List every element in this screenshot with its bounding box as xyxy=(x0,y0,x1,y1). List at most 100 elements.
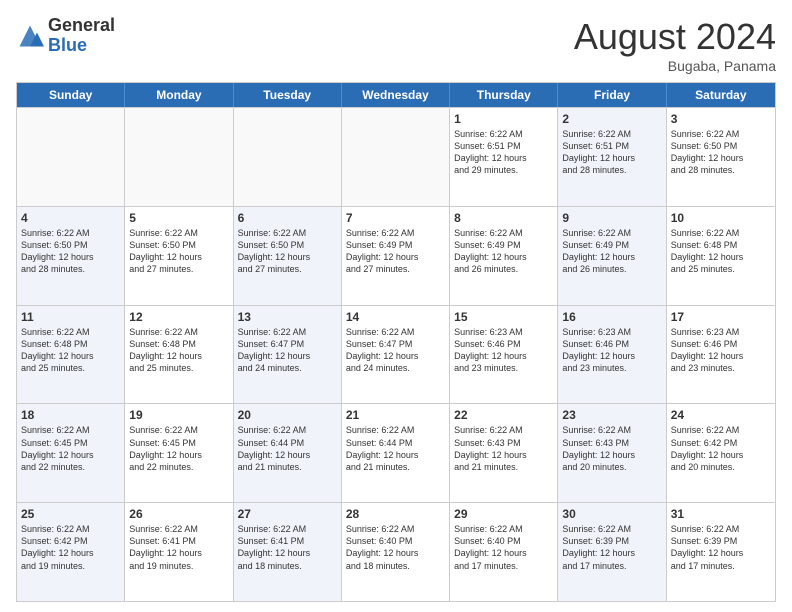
day-info: Sunrise: 6:22 AM Sunset: 6:45 PM Dayligh… xyxy=(21,424,120,473)
calendar-day: 19 Sunrise: 6:22 AM Sunset: 6:45 PM Dayli… xyxy=(125,404,233,502)
day-number: 20 xyxy=(238,408,337,422)
day-info: Sunrise: 6:22 AM Sunset: 6:47 PM Dayligh… xyxy=(346,326,445,375)
weekday-header: Saturday xyxy=(667,83,775,107)
day-info: Sunrise: 6:23 AM Sunset: 6:46 PM Dayligh… xyxy=(671,326,771,375)
day-info: Sunrise: 6:22 AM Sunset: 6:47 PM Dayligh… xyxy=(238,326,337,375)
logo-blue: Blue xyxy=(48,36,115,56)
day-number: 9 xyxy=(562,211,661,225)
day-number: 12 xyxy=(129,310,228,324)
calendar-body: 1 Sunrise: 6:22 AM Sunset: 6:51 PM Daylig… xyxy=(17,107,775,601)
day-info: Sunrise: 6:22 AM Sunset: 6:40 PM Dayligh… xyxy=(346,523,445,572)
day-info: Sunrise: 6:22 AM Sunset: 6:49 PM Dayligh… xyxy=(562,227,661,276)
calendar-day: 22Sunrise: 6:22 AM Sunset: 6:43 PM Dayli… xyxy=(450,404,558,502)
calendar-header: SundayMondayTuesdayWednesdayThursdayFrid… xyxy=(17,83,775,107)
day-number: 29 xyxy=(454,507,553,521)
day-number: 11 xyxy=(21,310,120,324)
day-number: 5 xyxy=(129,211,228,225)
day-info: Sunrise: 6:22 AM Sunset: 6:48 PM Dayligh… xyxy=(21,326,120,375)
day-number: 8 xyxy=(454,211,553,225)
calendar-day xyxy=(17,108,125,206)
calendar-day: 1 Sunrise: 6:22 AM Sunset: 6:51 PM Daylig… xyxy=(450,108,558,206)
day-number: 4 xyxy=(21,211,120,225)
day-number: 3 xyxy=(671,112,771,126)
day-info: Sunrise: 6:22 AM Sunset: 6:50 PM Dayligh… xyxy=(238,227,337,276)
calendar-week: 25 Sunrise: 6:22 AM Sunset: 6:42 PM Dayli… xyxy=(17,502,775,601)
day-number: 31 xyxy=(671,507,771,521)
calendar-day xyxy=(234,108,342,206)
page: General Blue August 2024 Bugaba, Panama … xyxy=(0,0,792,612)
calendar-day: 21 Sunrise: 6:22 AM Sunset: 6:44 PM Dayli… xyxy=(342,404,450,502)
day-number: 23 xyxy=(562,408,661,422)
weekday-header: Tuesday xyxy=(234,83,342,107)
day-number: 6 xyxy=(238,211,337,225)
day-number: 10 xyxy=(671,211,771,225)
day-number: 25 xyxy=(21,507,120,521)
day-info: Sunrise: 6:22 AM Sunset: 6:42 PM Dayligh… xyxy=(21,523,120,572)
logo-general: General xyxy=(48,16,115,36)
calendar-day: 31 Sunrise: 6:22 AM Sunset: 6:39 PM Dayli… xyxy=(667,503,775,601)
day-info: Sunrise: 6:22 AM Sunset: 6:40 PM Dayligh… xyxy=(454,523,553,572)
day-info: Sunrise: 6:22 AM Sunset: 6:41 PM Dayligh… xyxy=(238,523,337,572)
day-number: 21 xyxy=(346,408,445,422)
calendar-day: 7Sunrise: 6:22 AM Sunset: 6:49 PM Daylig… xyxy=(342,207,450,305)
calendar-day: 24 Sunrise: 6:22 AM Sunset: 6:42 PM Dayli… xyxy=(667,404,775,502)
calendar-week: 11 Sunrise: 6:22 AM Sunset: 6:48 PM Dayli… xyxy=(17,305,775,404)
day-info: Sunrise: 6:22 AM Sunset: 6:51 PM Dayligh… xyxy=(562,128,661,177)
calendar-day: 10 Sunrise: 6:22 AM Sunset: 6:48 PM Dayli… xyxy=(667,207,775,305)
calendar-day: 23Sunrise: 6:22 AM Sunset: 6:43 PM Dayli… xyxy=(558,404,666,502)
calendar-day: 28 Sunrise: 6:22 AM Sunset: 6:40 PM Dayli… xyxy=(342,503,450,601)
day-info: Sunrise: 6:22 AM Sunset: 6:42 PM Dayligh… xyxy=(671,424,771,473)
weekday-header: Sunday xyxy=(17,83,125,107)
calendar-week: 18 Sunrise: 6:22 AM Sunset: 6:45 PM Dayli… xyxy=(17,403,775,502)
day-info: Sunrise: 6:22 AM Sunset: 6:45 PM Dayligh… xyxy=(129,424,228,473)
day-info: Sunrise: 6:22 AM Sunset: 6:49 PM Dayligh… xyxy=(454,227,553,276)
calendar-day: 9 Sunrise: 6:22 AM Sunset: 6:49 PM Daylig… xyxy=(558,207,666,305)
calendar-week: 4 Sunrise: 6:22 AM Sunset: 6:50 PM Daylig… xyxy=(17,206,775,305)
day-info: Sunrise: 6:22 AM Sunset: 6:50 PM Dayligh… xyxy=(129,227,228,276)
calendar-day: 13 Sunrise: 6:22 AM Sunset: 6:47 PM Dayli… xyxy=(234,306,342,404)
calendar-day: 17 Sunrise: 6:23 AM Sunset: 6:46 PM Dayli… xyxy=(667,306,775,404)
day-number: 22 xyxy=(454,408,553,422)
day-number: 27 xyxy=(238,507,337,521)
day-number: 19 xyxy=(129,408,228,422)
weekday-header: Thursday xyxy=(450,83,558,107)
day-number: 2 xyxy=(562,112,661,126)
day-info: Sunrise: 6:23 AM Sunset: 6:46 PM Dayligh… xyxy=(562,326,661,375)
calendar-day: 5 Sunrise: 6:22 AM Sunset: 6:50 PM Daylig… xyxy=(125,207,233,305)
calendar-day: 12Sunrise: 6:22 AM Sunset: 6:48 PM Dayli… xyxy=(125,306,233,404)
day-number: 16 xyxy=(562,310,661,324)
calendar-day: 26Sunrise: 6:22 AM Sunset: 6:41 PM Dayli… xyxy=(125,503,233,601)
logo-icon xyxy=(16,22,44,50)
header: General Blue August 2024 Bugaba, Panama xyxy=(16,16,776,74)
day-info: Sunrise: 6:23 AM Sunset: 6:46 PM Dayligh… xyxy=(454,326,553,375)
day-number: 15 xyxy=(454,310,553,324)
day-number: 17 xyxy=(671,310,771,324)
day-number: 28 xyxy=(346,507,445,521)
location-subtitle: Bugaba, Panama xyxy=(574,58,776,74)
day-number: 30 xyxy=(562,507,661,521)
calendar-day: 11 Sunrise: 6:22 AM Sunset: 6:48 PM Dayli… xyxy=(17,306,125,404)
day-number: 24 xyxy=(671,408,771,422)
calendar-day: 18 Sunrise: 6:22 AM Sunset: 6:45 PM Dayli… xyxy=(17,404,125,502)
logo-text: General Blue xyxy=(48,16,115,56)
calendar-day: 14 Sunrise: 6:22 AM Sunset: 6:47 PM Dayli… xyxy=(342,306,450,404)
day-info: Sunrise: 6:22 AM Sunset: 6:39 PM Dayligh… xyxy=(671,523,771,572)
calendar: SundayMondayTuesdayWednesdayThursdayFrid… xyxy=(16,82,776,602)
day-number: 14 xyxy=(346,310,445,324)
calendar-day: 2 Sunrise: 6:22 AM Sunset: 6:51 PM Daylig… xyxy=(558,108,666,206)
calendar-day: 29 Sunrise: 6:22 AM Sunset: 6:40 PM Dayli… xyxy=(450,503,558,601)
calendar-week: 1 Sunrise: 6:22 AM Sunset: 6:51 PM Daylig… xyxy=(17,107,775,206)
day-info: Sunrise: 6:22 AM Sunset: 6:44 PM Dayligh… xyxy=(346,424,445,473)
title-block: August 2024 Bugaba, Panama xyxy=(574,16,776,74)
calendar-day: 20Sunrise: 6:22 AM Sunset: 6:44 PM Dayli… xyxy=(234,404,342,502)
calendar-day: 16 Sunrise: 6:23 AM Sunset: 6:46 PM Dayli… xyxy=(558,306,666,404)
day-number: 1 xyxy=(454,112,553,126)
calendar-day xyxy=(125,108,233,206)
day-number: 13 xyxy=(238,310,337,324)
day-number: 18 xyxy=(21,408,120,422)
day-info: Sunrise: 6:22 AM Sunset: 6:51 PM Dayligh… xyxy=(454,128,553,177)
calendar-day: 25 Sunrise: 6:22 AM Sunset: 6:42 PM Dayli… xyxy=(17,503,125,601)
logo: General Blue xyxy=(16,16,115,56)
day-info: Sunrise: 6:22 AM Sunset: 6:48 PM Dayligh… xyxy=(671,227,771,276)
calendar-day: 27 Sunrise: 6:22 AM Sunset: 6:41 PM Dayli… xyxy=(234,503,342,601)
